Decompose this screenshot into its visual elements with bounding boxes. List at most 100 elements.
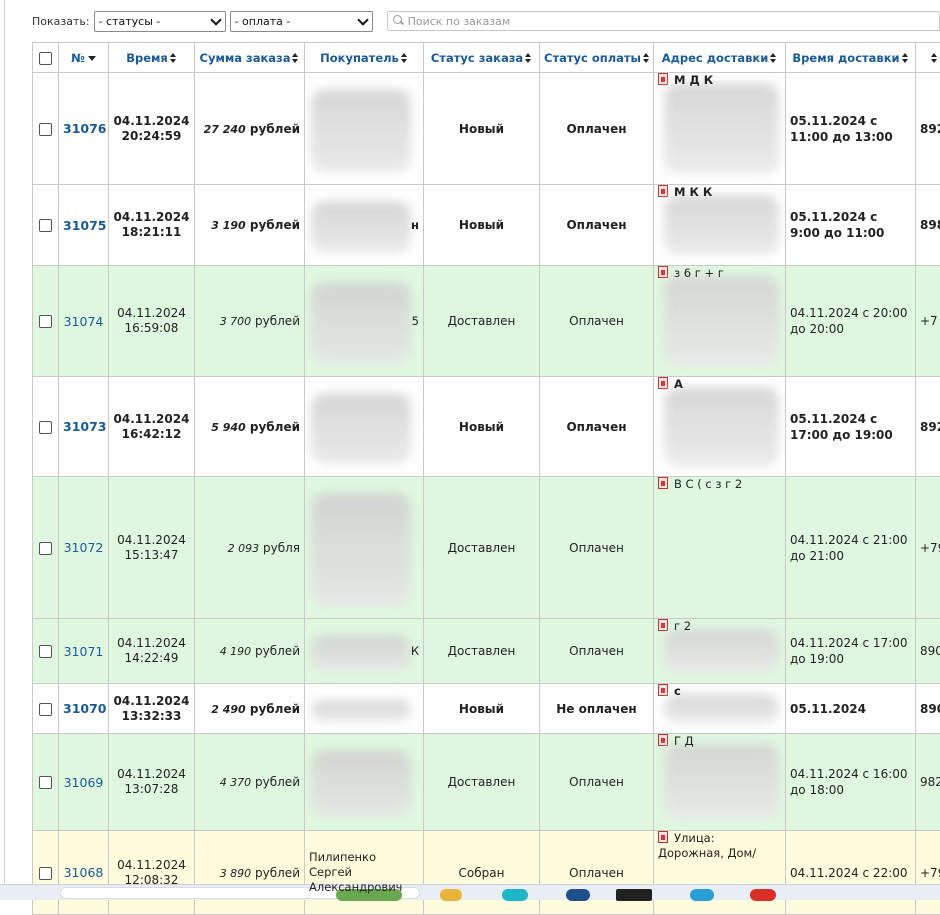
- order-sum: 3 700 рублей: [195, 266, 305, 377]
- order-number[interactable]: 31074: [59, 266, 109, 377]
- row-checkbox[interactable]: [39, 421, 52, 434]
- sort-icon: [931, 53, 938, 63]
- table-row[interactable]: 3107204.11.202415:13:472 093 рубляДостав…: [33, 477, 940, 619]
- buyer-name: Пилипенко Сергей Александрович: [305, 831, 424, 915]
- redacted-address: [664, 195, 779, 255]
- table-row[interactable]: 3107604.11.202420:24:5927 240 рублейНовы…: [33, 73, 940, 185]
- order-search-input[interactable]: Поиск по заказам: [387, 11, 940, 31]
- table-row[interactable]: 3107104.11.202414:22:494 190 рублейКДост…: [33, 619, 940, 684]
- yandex-map-icon[interactable]: [658, 266, 668, 278]
- table-row[interactable]: 3107304.11.202416:42:125 940 рублейНовый…: [33, 377, 940, 477]
- column-header-num[interactable]: №: [59, 43, 109, 73]
- delivery-time: 05.11.2024: [786, 684, 916, 734]
- order-number[interactable]: 31073: [59, 377, 109, 477]
- order-number[interactable]: 31069: [59, 734, 109, 831]
- yandex-map-icon[interactable]: [658, 477, 668, 489]
- row-checkbox[interactable]: [39, 542, 52, 555]
- row-checkbox[interactable]: [39, 315, 52, 328]
- column-header-pay[interactable]: Статус оплаты: [540, 43, 654, 73]
- yandex-map-icon[interactable]: [658, 73, 668, 85]
- sort-desc-icon: [88, 56, 96, 61]
- table-row[interactable]: 3106904.11.202413:07:284 370 рублейДоста…: [33, 734, 940, 831]
- delivery-address: г 2: [654, 619, 786, 684]
- order-time: 04.11.202416:42:12: [109, 377, 195, 477]
- delivery-time: 04.11.2024 с 17:00 до 19:00: [786, 619, 916, 684]
- filter-bar: Показать: - статусы - - оплата - Поиск п…: [0, 9, 940, 33]
- taskbar-terminal-icon[interactable]: [616, 889, 652, 901]
- order-time: 04.11.202413:32:33: [109, 684, 195, 734]
- delivery-time: 04.11.2024 с 16:00 до 18:00: [786, 734, 916, 831]
- column-header-addr[interactable]: Адрес доставки: [654, 43, 786, 73]
- delivery-address: М Д К: [654, 73, 786, 185]
- yandex-map-icon[interactable]: [658, 734, 668, 746]
- table-row[interactable]: 3107004.11.202413:32:332 490 рублейНовый…: [33, 684, 940, 734]
- order-time: 04.11.202420:24:59: [109, 73, 195, 185]
- redacted-buyer: [311, 635, 411, 671]
- row-checkbox[interactable]: [39, 867, 52, 880]
- column-header-more[interactable]: [916, 43, 940, 73]
- payment-status: Оплачен: [540, 377, 654, 477]
- row-select-cell: [33, 477, 59, 619]
- order-number[interactable]: 31072: [59, 477, 109, 619]
- taskbar-telegram-icon[interactable]: [690, 889, 714, 901]
- buyer-phone: 890: [916, 684, 940, 734]
- order-number[interactable]: 31068: [59, 831, 109, 915]
- taskbar-app-icon[interactable]: [566, 889, 590, 901]
- redacted-buyer: [311, 700, 411, 721]
- redacted-address: [664, 387, 779, 466]
- yandex-map-icon[interactable]: [658, 185, 668, 197]
- payment-status: Оплачен: [540, 185, 654, 266]
- select-all-checkbox[interactable]: [39, 52, 52, 65]
- row-checkbox[interactable]: [39, 776, 52, 789]
- redacted-buyer: [311, 393, 411, 464]
- table-row[interactable]: 3107404.11.202416:59:083 700 рублей5Дост…: [33, 266, 940, 377]
- buyer-name: [305, 734, 424, 831]
- payment-status: Оплачен: [540, 73, 654, 185]
- payment-filter-select[interactable]: - оплата -: [230, 11, 373, 32]
- column-header-dtime[interactable]: Время доставки: [786, 43, 916, 73]
- buyer-name: [305, 377, 424, 477]
- order-number[interactable]: 31070: [59, 684, 109, 734]
- yandex-map-icon[interactable]: [658, 831, 668, 843]
- status-filter-select[interactable]: - статусы -: [94, 11, 226, 32]
- taskbar-browser-icon[interactable]: [502, 889, 528, 901]
- row-checkbox[interactable]: [39, 219, 52, 232]
- delivery-address: Г Д: [654, 734, 786, 831]
- order-sum: 2 093 рубля: [195, 477, 305, 619]
- row-select-cell: [33, 266, 59, 377]
- order-number[interactable]: 31076: [59, 73, 109, 185]
- table-row[interactable]: 3107504.11.202418:21:113 190 рублейнНовы…: [33, 185, 940, 266]
- column-header-status[interactable]: Статус заказа: [424, 43, 540, 73]
- search-icon: [392, 15, 404, 27]
- order-time: 04.11.202412:08:32: [109, 831, 195, 915]
- delivery-time: 05.11.2024 с 9:00 до 11:00: [786, 185, 916, 266]
- column-header-sum[interactable]: Сумма заказа: [195, 43, 305, 73]
- table-row[interactable]: 3106804.11.202412:08:323 890 рублейПилип…: [33, 831, 940, 915]
- redacted-buyer: [311, 493, 411, 606]
- search-placeholder: Поиск по заказам: [408, 15, 511, 28]
- row-select-cell: [33, 619, 59, 684]
- sort-icon: [170, 53, 177, 63]
- order-time: 04.11.202415:13:47: [109, 477, 195, 619]
- taskbar-folder-icon[interactable]: [440, 889, 462, 901]
- yandex-map-icon[interactable]: [658, 619, 668, 631]
- buyer-name: [305, 73, 424, 185]
- sort-icon: [902, 53, 909, 63]
- order-number[interactable]: 31071: [59, 619, 109, 684]
- order-time: 04.11.202416:59:08: [109, 266, 195, 377]
- table-header-row: № Время Сумма заказа Покупатель Статус з…: [33, 43, 940, 73]
- buyer-name: [305, 477, 424, 619]
- order-status: Новый: [424, 684, 540, 734]
- taskbar-yandex-icon[interactable]: [750, 889, 776, 901]
- row-checkbox[interactable]: [39, 645, 52, 658]
- yandex-map-icon[interactable]: [658, 684, 668, 696]
- column-header-time[interactable]: Время: [109, 43, 195, 73]
- delivery-address: А: [654, 377, 786, 477]
- delivery-time: 04.11.2024 с 20:00 до 20:00: [786, 266, 916, 377]
- order-number[interactable]: 31075: [59, 185, 109, 266]
- column-header-buyer[interactable]: Покупатель: [305, 43, 424, 73]
- yandex-map-icon[interactable]: [658, 377, 668, 389]
- row-checkbox[interactable]: [39, 703, 52, 716]
- row-checkbox[interactable]: [39, 123, 52, 136]
- redacted-buyer: [311, 750, 411, 818]
